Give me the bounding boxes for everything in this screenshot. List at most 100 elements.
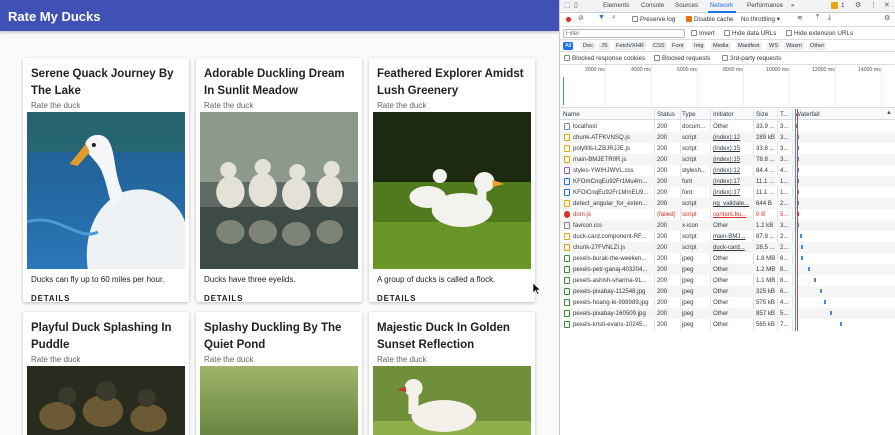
request-row[interactable]: localhost 200 docum... Other 33.9 ... 3... bbox=[560, 121, 895, 132]
request-row[interactable]: detect_angular_for_exten... 200 script ng_v… bbox=[560, 198, 895, 209]
type-filter-doc[interactable]: Doc bbox=[581, 42, 596, 50]
request-row[interactable]: favicon.ico 200 x-icon Other 1.2 kB 3... bbox=[560, 220, 895, 231]
request-row[interactable]: pexels-burak-the-weeken... 200 jpeg Other 1.… bbox=[560, 253, 895, 264]
request-initiator[interactable]: main-BMJ... bbox=[713, 233, 751, 240]
type-filter-ws[interactable]: WS bbox=[767, 42, 781, 50]
type-filter-fetch-xhr[interactable]: Fetch/XHR bbox=[614, 42, 646, 50]
type-filter-media[interactable]: Media bbox=[711, 42, 731, 50]
type-filter-wasm[interactable]: Wasm bbox=[784, 42, 804, 50]
import-har-icon[interactable]: ⤒ bbox=[816, 14, 819, 22]
card-subtitle: Rate the duck bbox=[31, 101, 81, 110]
card-title: Majestic Duck In Golden Sunset Reflectio… bbox=[377, 322, 510, 351]
request-initiator[interactable]: (index):12 bbox=[713, 167, 751, 174]
waterfall-bar bbox=[800, 234, 802, 238]
hide-extension-urls-checkbox[interactable]: Hide extension URLs bbox=[786, 30, 853, 37]
blocked-requests-label: Blocked requests bbox=[662, 55, 711, 62]
tab-performance[interactable]: Performance bbox=[747, 2, 783, 9]
request-name: detect_angular_for_exten... bbox=[573, 200, 648, 207]
type-filter-all[interactable]: All bbox=[563, 42, 574, 50]
details-button[interactable]: DETAILS bbox=[23, 284, 78, 302]
timeline-gridline bbox=[789, 65, 790, 107]
tab-elements[interactable]: Elements bbox=[603, 2, 629, 9]
blocked-requests-checkbox[interactable]: Blocked requests bbox=[654, 55, 710, 62]
column-size[interactable]: Size bbox=[756, 111, 768, 118]
tab-network[interactable]: Network bbox=[710, 2, 733, 9]
type-filter-manifest[interactable]: Manifest bbox=[736, 42, 762, 50]
network-settings-gear-icon[interactable]: ⚙ bbox=[884, 14, 890, 22]
checkbox-icon bbox=[724, 30, 730, 36]
request-type: jpeg bbox=[682, 277, 694, 284]
tab-sources[interactable]: Sources bbox=[675, 2, 698, 9]
request-initiator[interactable]: (index):15 bbox=[713, 145, 751, 152]
request-row[interactable]: pexels-hoang-le-998989.jpg 200 jpeg Other 57… bbox=[560, 297, 895, 308]
request-row[interactable]: main-BMJETR0R.js 200 script (index):15 78.8 … bbox=[560, 154, 895, 165]
close-icon[interactable]: ✕ bbox=[884, 1, 890, 9]
filter-icon[interactable]: ▼ bbox=[598, 14, 605, 21]
blocked-cookies-checkbox[interactable]: Blocked response cookies bbox=[564, 55, 645, 62]
duck-fact: Ducks can fly up to 60 miles per hour. bbox=[31, 275, 165, 284]
request-row[interactable]: pexels-pixabay-112548.jpg 200 jpeg Other 325… bbox=[560, 286, 895, 297]
tab-console[interactable]: Console bbox=[641, 2, 664, 9]
request-initiator[interactable]: ng_validate... bbox=[713, 200, 751, 207]
request-type: script bbox=[682, 233, 697, 240]
invert-checkbox[interactable]: Invert bbox=[691, 30, 715, 37]
request-status: 200 bbox=[657, 288, 668, 295]
preserve-log-checkbox[interactable]: Preserve log bbox=[632, 16, 675, 23]
disable-cache-checkbox[interactable]: Disable cache bbox=[686, 16, 734, 23]
column-time[interactable]: T... bbox=[780, 111, 788, 118]
type-filter-font[interactable]: Font bbox=[670, 42, 686, 50]
search-icon[interactable]: ⌕ bbox=[612, 14, 616, 22]
type-filter-img[interactable]: Img bbox=[692, 42, 706, 50]
request-row[interactable]: duck-card.component-RF... 200 script main-B… bbox=[560, 231, 895, 242]
type-filter-other[interactable]: Other bbox=[808, 42, 827, 50]
request-initiator[interactable]: (index):15 bbox=[713, 156, 751, 163]
device-toolbar-icon[interactable]: ▯ bbox=[574, 1, 578, 9]
request-initiator[interactable]: duck-card... bbox=[713, 244, 751, 251]
request-row[interactable]: polyfills-LZBJRJJE.js 200 script (index):15… bbox=[560, 143, 895, 154]
issue-warning-icon[interactable] bbox=[831, 2, 838, 9]
network-conditions-icon[interactable]: ≋ bbox=[797, 14, 803, 22]
record-icon[interactable] bbox=[565, 16, 572, 23]
request-row[interactable]: styles-YWIHJWVL.css 200 stylesh... (index):… bbox=[560, 165, 895, 176]
column-initiator[interactable]: Initiator bbox=[713, 111, 734, 118]
gear-icon[interactable]: ⚙ bbox=[855, 1, 861, 9]
duck-card: Majestic Duck In Golden Sunset Reflectio… bbox=[369, 312, 535, 435]
type-filter-css[interactable]: CSS bbox=[651, 42, 667, 50]
type-filter-js[interactable]: JS bbox=[599, 42, 610, 50]
hide-data-urls-checkbox[interactable]: Hide data URLs bbox=[724, 30, 776, 37]
request-row[interactable]: chunk-27FVNLZI.js 200 script duck-card... 28… bbox=[560, 242, 895, 253]
request-row[interactable]: dom.js (failed) script content.bu... 0 B 5... bbox=[560, 209, 895, 220]
request-row[interactable]: pexels-pixabay-160509.jpg 200 jpeg Other 857… bbox=[560, 308, 895, 319]
request-size: 84.4 ... bbox=[756, 167, 775, 174]
duck-fact: Ducks have three eyelids. bbox=[204, 275, 296, 284]
request-initiator[interactable]: (index):17 bbox=[713, 178, 751, 185]
export-har-icon[interactable]: ⤓ bbox=[828, 14, 831, 22]
request-row[interactable]: KFOmCnqEu92Fr1Mu4m... 200 font (index):17 11… bbox=[560, 176, 895, 187]
column-type[interactable]: Type bbox=[682, 111, 696, 118]
issue-count[interactable]: 1 bbox=[841, 2, 845, 9]
request-status: 200 bbox=[657, 200, 668, 207]
request-row[interactable]: chunk-ATFKVNSQ.js 200 script (index):12 289 … bbox=[560, 132, 895, 143]
clear-icon[interactable]: ⊘ bbox=[578, 14, 584, 22]
details-button[interactable]: DETAILS bbox=[196, 284, 251, 302]
request-initiator[interactable]: content.bu... bbox=[713, 211, 751, 218]
request-initiator[interactable]: (index):12 bbox=[713, 134, 751, 141]
request-row[interactable]: KFOlCnqEu92Fr1MmEU9... 200 font (index):17 1… bbox=[560, 187, 895, 198]
column-name[interactable]: Name bbox=[563, 111, 580, 118]
third-party-checkbox[interactable]: 3rd-party requests bbox=[722, 55, 781, 62]
request-initiator[interactable]: (index):17 bbox=[713, 189, 751, 196]
request-time: 1... bbox=[780, 189, 789, 196]
filter-input[interactable] bbox=[563, 29, 685, 38]
tab-more[interactable]: » bbox=[791, 2, 795, 9]
kebab-menu-icon[interactable]: ⋮ bbox=[870, 1, 877, 9]
column-waterfall[interactable]: Waterfall bbox=[795, 111, 820, 118]
request-row[interactable]: pexels-petr-ganaj-403204... 200 jpeg Other 1… bbox=[560, 264, 895, 275]
throttling-select[interactable]: No throttling ▾ bbox=[741, 16, 780, 23]
column-status[interactable]: Status bbox=[657, 111, 675, 118]
card-title: Splashy Duckling By The Quiet Pond bbox=[204, 322, 342, 351]
details-button[interactable]: DETAILS bbox=[369, 284, 424, 302]
file-type-icon bbox=[564, 321, 570, 328]
inspect-element-icon[interactable]: ⬚ bbox=[564, 1, 571, 9]
request-row[interactable]: pexels-kristi-evans-10245... 200 jpeg Other… bbox=[560, 319, 895, 330]
request-row[interactable]: pexels-ashish-sharma-91... 200 jpeg Other 1.… bbox=[560, 275, 895, 286]
